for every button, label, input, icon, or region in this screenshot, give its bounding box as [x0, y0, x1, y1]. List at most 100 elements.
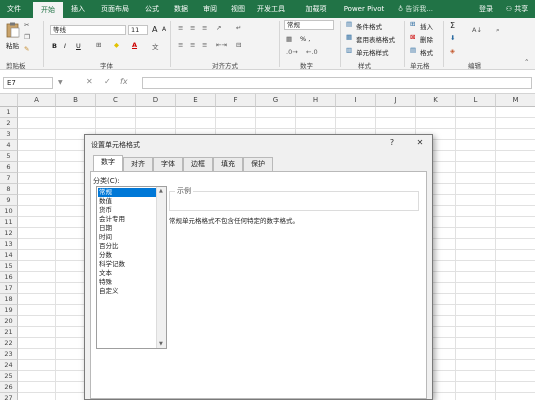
grow-font-icon[interactable]: A [152, 25, 157, 34]
align-bottom-icon[interactable]: ≡ [202, 24, 207, 32]
row-header[interactable]: 11 [0, 217, 18, 228]
orientation-icon[interactable]: ↗ [216, 24, 221, 32]
tab-developer[interactable]: 开发工具 [254, 0, 288, 18]
cut-icon[interactable]: ✂ [24, 21, 29, 29]
tab-fill[interactable]: 填充 [213, 157, 243, 171]
tab-data[interactable]: 数据 [169, 0, 193, 18]
close-button[interactable]: ✕ [413, 137, 427, 148]
phonetic-icon[interactable]: 文 [152, 41, 159, 51]
name-box-dropdown-icon[interactable]: ▼ [58, 79, 63, 86]
row-header[interactable]: 6 [0, 162, 18, 173]
category-item[interactable]: 会计专用 [98, 215, 156, 224]
cond-format-button[interactable]: 条件格式 [356, 21, 382, 31]
row-header[interactable]: 26 [0, 382, 18, 393]
tab-power-pivot[interactable]: Power Pivot [340, 0, 388, 18]
insert-cells-button[interactable]: 插入 [420, 21, 433, 31]
row-header[interactable]: 15 [0, 261, 18, 272]
row-header[interactable]: 22 [0, 338, 18, 349]
column-header[interactable]: L [456, 94, 496, 107]
cell-style-button[interactable]: 单元格样式 [356, 47, 389, 57]
decimal-decrease-icon[interactable]: ←.0 [306, 48, 318, 56]
collapse-ribbon-icon[interactable]: ⌃ [524, 58, 529, 66]
wrap-text-icon[interactable]: ↵ [236, 24, 241, 32]
column-header[interactable]: E [176, 94, 216, 107]
align-top-icon[interactable]: ≡ [178, 24, 183, 32]
row-header[interactable]: 14 [0, 250, 18, 261]
tab-addins[interactable]: 加载项 [301, 0, 331, 18]
tab-border[interactable]: 边框 [183, 157, 213, 171]
column-header[interactable]: D [136, 94, 176, 107]
align-left-icon[interactable]: ≡ [178, 41, 183, 49]
row-header[interactable]: 17 [0, 283, 18, 294]
category-item[interactable]: 科学记数 [98, 260, 156, 269]
row-header[interactable]: 9 [0, 195, 18, 206]
category-item[interactable]: 自定义 [98, 287, 156, 296]
column-header[interactable]: G [256, 94, 296, 107]
row-header[interactable]: 25 [0, 371, 18, 382]
column-header[interactable]: J [376, 94, 416, 107]
tab-alignment[interactable]: 对齐 [123, 157, 153, 171]
row-header[interactable]: 24 [0, 360, 18, 371]
category-scrollbar[interactable]: ▲ ▼ [156, 187, 166, 348]
row-header[interactable]: 2 [0, 118, 18, 129]
category-item[interactable]: 分数 [98, 251, 156, 260]
row-header[interactable]: 3 [0, 129, 18, 140]
paste-icon[interactable] [6, 22, 20, 38]
name-box[interactable]: E7 [3, 77, 53, 89]
tab-font[interactable]: 字体 [153, 157, 183, 171]
sort-filter-icon[interactable]: A↓ [472, 26, 482, 34]
merge-center-icon[interactable]: ⊟ [236, 41, 241, 49]
category-item[interactable]: 百分比 [98, 242, 156, 251]
shrink-font-icon[interactable]: A [162, 26, 166, 33]
font-name-select[interactable]: 等线 [50, 25, 126, 35]
row-header[interactable]: 21 [0, 327, 18, 338]
tab-review[interactable]: 审阅 [198, 0, 222, 18]
column-header[interactable]: B [56, 94, 96, 107]
tab-view[interactable]: 视图 [226, 0, 250, 18]
tab-protection[interactable]: 保护 [243, 157, 273, 171]
cancel-icon[interactable]: ✕ [86, 77, 93, 86]
category-item[interactable]: 常规 [98, 188, 156, 197]
row-header[interactable]: 18 [0, 294, 18, 305]
font-size-select[interactable]: 11 [128, 25, 148, 35]
row-header[interactable]: 20 [0, 316, 18, 327]
row-header[interactable]: 12 [0, 228, 18, 239]
category-item[interactable]: 特殊 [98, 278, 156, 287]
category-item[interactable]: 日期 [98, 224, 156, 233]
tab-home[interactable]: 开始 [33, 2, 63, 18]
align-center-icon[interactable]: ≡ [190, 41, 195, 49]
formula-input[interactable] [142, 77, 532, 89]
login-link[interactable]: 登录 [475, 0, 497, 18]
underline-button[interactable]: U [76, 42, 81, 50]
copy-icon[interactable]: ❐ [24, 33, 30, 41]
row-header[interactable]: 7 [0, 173, 18, 184]
fill-color-icon[interactable]: ◆ [114, 41, 119, 49]
column-header[interactable]: C [96, 94, 136, 107]
decimal-increase-icon[interactable]: .0→ [286, 48, 298, 56]
italic-button[interactable]: I [64, 42, 66, 50]
category-item[interactable]: 文本 [98, 269, 156, 278]
row-header[interactable]: 1 [0, 107, 18, 118]
category-list[interactable]: 常规 数值 货币 会计专用 日期 时间 百分比 分数 科学记数 文本 特殊 自定… [96, 186, 167, 349]
bold-button[interactable]: B [52, 42, 57, 50]
row-header[interactable]: 19 [0, 305, 18, 316]
percent-comma-buttons[interactable]: % , [300, 35, 310, 43]
help-button[interactable]: ? [385, 137, 399, 148]
column-header[interactable]: A [18, 94, 56, 107]
delete-cells-button[interactable]: 删除 [420, 34, 433, 44]
row-header[interactable]: 10 [0, 206, 18, 217]
row-header[interactable]: 8 [0, 184, 18, 195]
share-button[interactable]: ⚇ 共享 [500, 0, 534, 18]
font-color-button[interactable]: A [132, 41, 137, 49]
paste-button[interactable]: 粘贴 [6, 40, 19, 50]
table-format-button[interactable]: 套用表格格式 [356, 34, 395, 44]
border-icon[interactable]: ⊞ [96, 41, 101, 49]
column-header[interactable]: M [496, 94, 535, 107]
find-select-icon[interactable]: ⌕ [496, 26, 500, 35]
scroll-down-icon[interactable]: ▼ [159, 341, 163, 347]
category-item[interactable]: 数值 [98, 197, 156, 206]
select-all-corner[interactable] [0, 94, 18, 107]
column-header[interactable]: F [216, 94, 256, 107]
row-header[interactable]: 27 [0, 393, 18, 400]
column-header[interactable]: I [336, 94, 376, 107]
